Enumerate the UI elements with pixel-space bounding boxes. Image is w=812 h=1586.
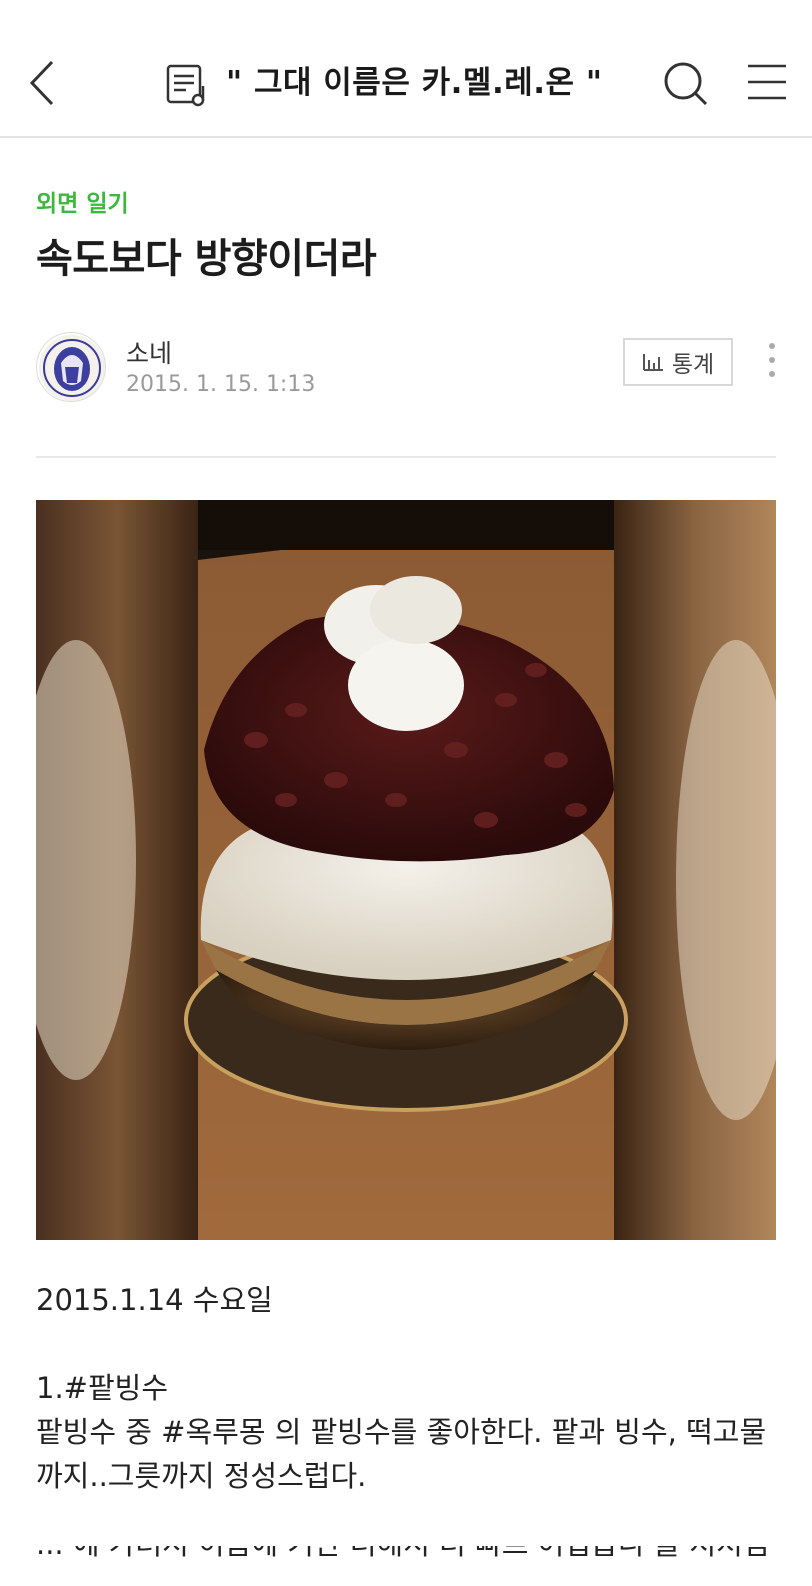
bar-chart-icon (642, 354, 663, 371)
menu-button[interactable] (746, 62, 788, 102)
content-cut-line: ... 에 가려서 이름에 기반 더해서 더 빠르 어렵습니 줄 저처럼 (36, 1546, 776, 1586)
header-divider (36, 456, 776, 458)
back-button[interactable] (24, 54, 64, 112)
post-body: 2015.1.14 수요일 1.#팥빙수 팥빙수 중 #옥루몽 의 팥빙수를 좋… (36, 1278, 776, 1498)
post-photo[interactable] (36, 500, 776, 1240)
more-vertical-icon (769, 343, 775, 377)
more-options-button[interactable] (762, 340, 782, 380)
search-icon (664, 62, 708, 106)
blog-list-icon[interactable] (164, 62, 210, 108)
post-title: 속도보다 방향이더라 (36, 236, 377, 282)
menu-icon (748, 64, 786, 100)
search-button[interactable] (662, 60, 710, 108)
stats-label: 통계 (671, 352, 715, 378)
author-avatar[interactable] (36, 332, 106, 402)
post-category[interactable]: 외면 일기 (36, 184, 129, 218)
post-date: 2015. 1. 15. 1:13 (126, 372, 316, 397)
content-paragraph: 팥빙수 중 #옥루몽 의 팥빙수를 좋아한다. 팥과 빙수, 떡고물까지..그릇… (36, 1415, 767, 1493)
content-heading: 1.#팥빙수 (36, 1371, 169, 1405)
stats-button[interactable]: 통계 (623, 338, 733, 386)
content-cut-text: ... 에 가려서 이름에 기반 더해서 더 빠르 어렵습니 줄 저처럼 (36, 1546, 769, 1561)
top-navigation-bar: " 그대 이름은 카.멜.레.온 " (0, 0, 812, 138)
back-icon (29, 60, 54, 106)
content-date-line: 2015.1.14 수요일 (36, 1283, 273, 1317)
author-name[interactable]: 소네 (126, 334, 172, 370)
blog-title[interactable]: " 그대 이름은 카.멜.레.온 " (226, 58, 602, 108)
